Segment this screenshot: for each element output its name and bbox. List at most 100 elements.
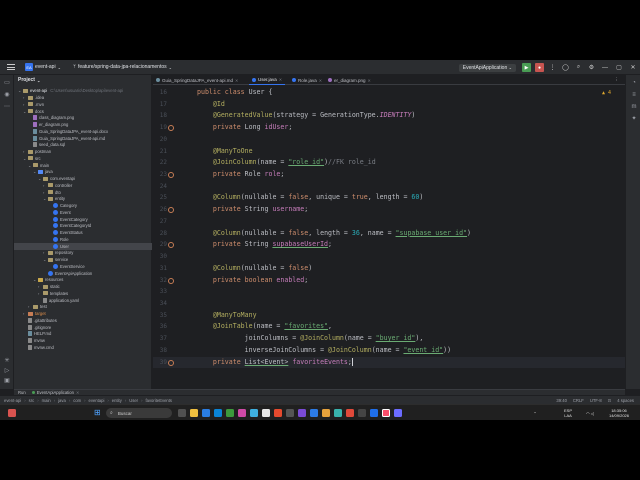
editor-tab[interactable]: er_diagram.png ✕ (325, 75, 374, 85)
weather-icon[interactable] (8, 409, 16, 417)
notifications-icon[interactable]: ◔ (630, 79, 638, 87)
code-line[interactable]: 28 @Column(nullable = false, length = 36… (153, 228, 625, 240)
code-line[interactable]: 22 @JoinColumn(name = "role_id")//FK rol… (153, 157, 625, 169)
code-line[interactable]: 39 private List<Event> favoriteEvents; (153, 356, 625, 369)
tree-item[interactable]: mvnw.cmd (23, 344, 54, 351)
tree-item[interactable]: User (14, 242, 152, 250)
breadcrumb-item[interactable]: com (73, 398, 81, 403)
close-icon[interactable]: ✕ (279, 77, 282, 82)
code-line[interactable]: 33 (153, 286, 625, 298)
intellij-icon[interactable] (382, 409, 390, 417)
vscode-icon[interactable] (310, 409, 318, 417)
app-icon-orange[interactable] (322, 409, 330, 417)
folder-icon[interactable]: ▭ (3, 79, 11, 87)
branch-switcher[interactable]: ᛘ feature/spring-data-jpa-relacionamento… (70, 60, 175, 74)
breadcrumb-item[interactable]: favoriteEvents (145, 398, 172, 403)
terminal-icon[interactable]: ▣ (3, 377, 11, 385)
close-button[interactable]: ✕ (626, 64, 640, 71)
app-icon-blue[interactable] (250, 409, 258, 417)
tab-overflow-icon[interactable]: ⋮ (611, 75, 622, 85)
code-line[interactable]: 36 @JoinTable(name = "favorites", (153, 321, 625, 333)
app-icon-violet[interactable] (394, 409, 402, 417)
breadcrumb-item[interactable]: event-api (4, 398, 21, 403)
app-icon-gray[interactable] (286, 409, 294, 417)
code-line[interactable]: 23 private Role role; (153, 169, 625, 181)
minimize-button[interactable]: — (598, 65, 612, 71)
ai-assistant-icon[interactable]: ✦ (630, 115, 638, 123)
code-line[interactable]: 19 private Long idUser; (153, 122, 625, 134)
code-line[interactable]: 38 inverseJoinColumns = @JoinColumn(name… (153, 345, 625, 357)
debug-button[interactable]: ● (535, 63, 544, 72)
code-line[interactable]: 17 @Id (153, 99, 625, 111)
settings-button[interactable]: ⚙ (587, 63, 596, 72)
run-config-selector[interactable]: EventApiApplication ⌄ (458, 63, 516, 72)
edge-icon[interactable] (202, 409, 210, 417)
breadcrumb-item[interactable]: entity (112, 398, 122, 403)
task-view-icon[interactable] (178, 409, 186, 417)
code-line[interactable]: 16 public class User { (153, 87, 625, 99)
app-icon-teal[interactable] (334, 409, 342, 417)
database-icon[interactable]: ≡ (630, 91, 638, 99)
services-icon[interactable]: ✳ (3, 357, 11, 365)
editor-tab[interactable]: User.java ✕ (249, 75, 286, 85)
close-icon[interactable]: ✕ (368, 78, 371, 83)
cursor-position[interactable]: 39:40 (556, 398, 566, 403)
project-panel-title[interactable]: Project (18, 77, 35, 83)
tray-chevron-icon[interactable]: ⌃ (530, 405, 540, 420)
code-line[interactable]: 18 @GeneratedValue(strategy = Generation… (153, 110, 625, 122)
app-icon-purple[interactable] (298, 409, 306, 417)
chrome-icon[interactable] (274, 409, 282, 417)
file-encoding[interactable]: UTF-8 (590, 398, 602, 403)
code-line[interactable]: 29 private String supabaseUserId; (153, 239, 625, 251)
tree-root[interactable]: ⌄ event-api C:\Users\usuario\Desktop\api… (18, 87, 123, 94)
app-icon-pink[interactable] (238, 409, 246, 417)
app-icon-blue-2[interactable] (370, 409, 378, 417)
more-actions-button[interactable]: ⋮ (548, 63, 557, 72)
code-line[interactable]: 31 @Column(nullable = false) (153, 263, 625, 275)
breadcrumb-item[interactable]: User (129, 398, 138, 403)
maximize-button[interactable]: ▢ (612, 64, 626, 71)
code-line[interactable]: 35 @ManyToMany (153, 310, 625, 322)
db-column-gutter-icon[interactable] (168, 277, 174, 284)
network-volume-icon[interactable]: ◠ ◁ (580, 405, 600, 420)
clock[interactable]: 18:35:06 14/09/2026 (604, 405, 634, 420)
code-line[interactable]: 21 @ManyToOne (153, 146, 625, 158)
db-column-gutter-icon[interactable] (168, 242, 174, 249)
search-everywhere-button[interactable]: ⌕ (574, 63, 583, 72)
indent-setting[interactable]: 4 spaces (617, 398, 634, 403)
code-line[interactable]: 26 private String username; (153, 204, 625, 216)
code-line[interactable]: 32 private boolean enabled; (153, 275, 625, 287)
taskbar-search[interactable]: ⌕ Buscar (106, 408, 172, 418)
db-column-gutter-icon[interactable] (168, 125, 174, 132)
main-menu-button[interactable] (0, 60, 22, 74)
file-explorer-icon[interactable] (190, 409, 198, 417)
db-column-gutter-icon[interactable] (168, 207, 174, 214)
breadcrumb-item[interactable]: java (58, 398, 66, 403)
project-switcher[interactable]: EA event-api ⌄ (22, 60, 64, 74)
maven-icon[interactable]: m (630, 103, 638, 111)
close-icon[interactable]: ✕ (235, 78, 238, 83)
code-line[interactable]: 34 (153, 298, 625, 310)
app-icon-green[interactable] (226, 409, 234, 417)
editor-tab[interactable]: Guia_SpringDataJPA_event-api.md ✕ (153, 75, 241, 85)
db-column-gutter-icon[interactable] (168, 172, 174, 179)
run-button[interactable]: ▶ (522, 63, 531, 72)
language-indicator[interactable]: ESP LAA (560, 405, 576, 420)
line-separator[interactable]: CRLF (573, 398, 584, 403)
breadcrumb-item[interactable]: eventapi (89, 398, 105, 403)
close-icon[interactable]: ✕ (319, 78, 322, 83)
code-line[interactable]: 20 (153, 134, 625, 146)
code-line[interactable]: 25 @Column(nullable = false, unique = tr… (153, 192, 625, 204)
app-icon-red[interactable] (346, 409, 354, 417)
code-editor[interactable]: ▲ 4 16 public class User {17 @Id 18 @Gener… (153, 86, 625, 389)
code-line[interactable]: 24 (153, 181, 625, 193)
structure-icon[interactable]: ⋯ (3, 103, 11, 111)
store-icon[interactable] (214, 409, 222, 417)
windows-start-icon[interactable]: ⊞ (94, 409, 102, 417)
app-icon-white[interactable] (262, 409, 270, 417)
editor-tab[interactable]: Role.java ✕ (289, 75, 325, 85)
account-button[interactable]: ◯ (561, 63, 570, 72)
lock-icon[interactable]: ⊡ (608, 398, 612, 403)
commit-icon[interactable]: ◉ (3, 91, 11, 99)
breadcrumb-item[interactable]: main (42, 398, 51, 403)
